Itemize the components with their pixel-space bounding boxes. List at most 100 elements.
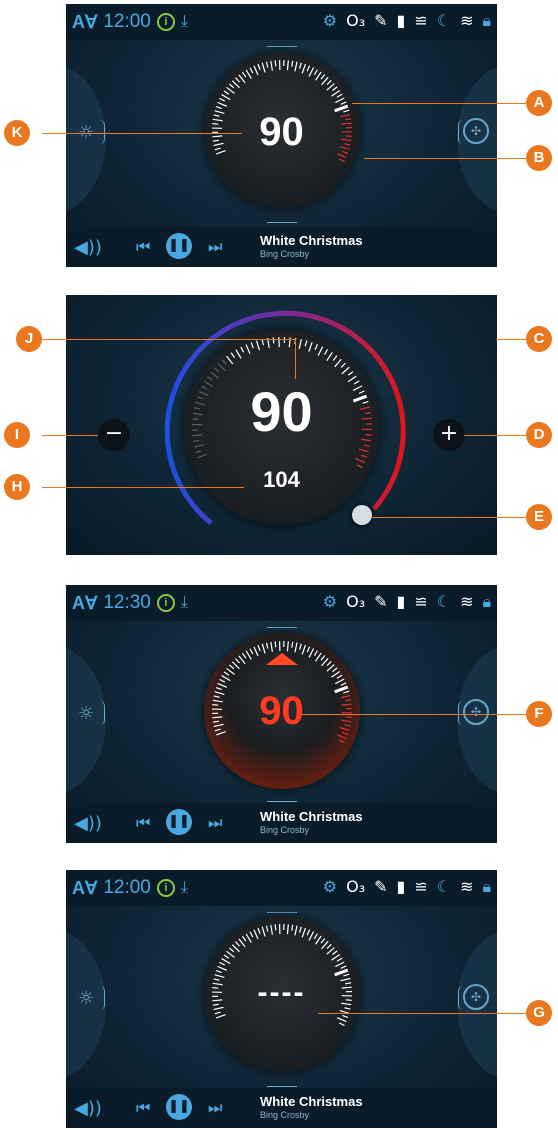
gear-icon[interactable]: ⚙ xyxy=(323,877,337,897)
dial-tick xyxy=(340,366,350,375)
dial-tick xyxy=(330,670,340,678)
dial-tick xyxy=(234,658,240,664)
dial-tick xyxy=(244,344,251,354)
dial-tick xyxy=(308,67,314,77)
dial-tick xyxy=(326,79,332,86)
dial-tick xyxy=(239,346,244,353)
clean-icon: ✎ xyxy=(374,877,388,896)
dial-tick xyxy=(330,89,340,97)
dial-tick xyxy=(347,371,353,376)
sun-icon[interactable]: ☼ xyxy=(78,988,94,1009)
dial-tick xyxy=(223,954,229,959)
av-logo: A∀ xyxy=(72,877,98,898)
dial-value: ---- xyxy=(257,976,306,1009)
pause-icon[interactable]: ❚❚ xyxy=(166,809,192,835)
dial-tick xyxy=(313,650,318,657)
clock: 12:30 xyxy=(103,592,151,613)
callout-line-f xyxy=(300,714,526,715)
dial-tick xyxy=(336,1017,347,1023)
dial-tick xyxy=(293,61,298,72)
callout-line-a xyxy=(352,103,526,104)
next-icon[interactable]: ⏭ xyxy=(208,237,222,257)
dial-tick xyxy=(320,938,325,944)
info-icon[interactable]: i xyxy=(156,594,175,612)
dial-tick xyxy=(256,928,261,935)
dial-tick xyxy=(250,342,254,349)
dial-handle[interactable] xyxy=(352,505,372,525)
download-icon[interactable]: ⤓ xyxy=(181,593,188,613)
temperature-dial-large[interactable]: 90 104 xyxy=(183,329,380,525)
clock: 12:00 xyxy=(103,11,151,32)
callout-k: K xyxy=(4,120,30,146)
dial-tick xyxy=(274,60,276,67)
status-bar: A∀ 12:00 i ⤓ ⚙ O₃ ✎ ▮ ≌ ☾ ≋ 🔒︎ xyxy=(66,4,497,40)
volume-icon[interactable]: ◀)) xyxy=(74,237,102,258)
screen-no-reading: A∀ 12:00 i ⤓ ⚙ O₃ ✎ ▮ ≌ ☾ ≋ 🔒︎ ☼ ✣ ---- … xyxy=(66,870,497,1128)
dial-tick xyxy=(234,941,240,947)
info-icon[interactable]: i xyxy=(156,13,175,31)
callout-f: F xyxy=(526,701,552,727)
dial-tick xyxy=(274,641,276,648)
prev-icon[interactable]: ⏮ xyxy=(136,237,150,257)
gear-icon[interactable]: ⚙ xyxy=(323,592,337,612)
dial-tick xyxy=(256,64,261,71)
dial-tick xyxy=(241,652,246,659)
sun-icon[interactable]: ☼ xyxy=(78,703,94,724)
dial-tick xyxy=(334,97,345,104)
download-icon[interactable]: ⤓ xyxy=(181,12,188,32)
dial-tick xyxy=(293,642,298,653)
info-icon[interactable]: i xyxy=(156,879,175,897)
callout-line-j xyxy=(42,339,296,340)
dial-tick xyxy=(360,454,367,458)
dial-tick xyxy=(320,74,325,80)
left-bracket xyxy=(100,120,105,144)
dial-tick xyxy=(298,926,302,933)
callout-h: H xyxy=(4,474,30,500)
dial-tick xyxy=(331,667,338,673)
dial-tick xyxy=(326,943,332,950)
dial-tick xyxy=(260,339,264,346)
dial-tick xyxy=(215,105,222,110)
dial-tick xyxy=(338,739,345,744)
dial-tick xyxy=(293,925,298,936)
callout-j: J xyxy=(16,326,42,352)
dial-tick xyxy=(237,74,246,84)
dial-tick xyxy=(336,93,342,98)
volume-icon[interactable]: ◀)) xyxy=(74,1098,102,1119)
dial-tick xyxy=(338,1022,345,1027)
next-icon[interactable]: ⏭ xyxy=(208,1098,222,1118)
dial-tick xyxy=(216,682,227,688)
temperature-dial[interactable]: ---- xyxy=(203,916,360,1072)
lock-icon[interactable]: 🔒︎ xyxy=(482,877,491,897)
next-icon[interactable]: ⏭ xyxy=(208,813,222,833)
fan-icon[interactable]: ✣ xyxy=(463,984,489,1010)
pause-icon[interactable]: ❚❚ xyxy=(166,1094,192,1120)
prev-icon[interactable]: ⏮ xyxy=(136,813,150,833)
track-title: White Christmas xyxy=(260,233,363,248)
fan-icon[interactable]: ✣ xyxy=(463,699,489,725)
temperature-dial-alarm[interactable]: 90 xyxy=(203,633,360,789)
minus-button[interactable]: − xyxy=(98,419,130,451)
filter-icon: ▮ xyxy=(396,592,406,611)
dial-tick xyxy=(306,65,310,72)
prev-icon[interactable]: ⏮ xyxy=(136,1098,150,1118)
dial-tick xyxy=(358,448,369,453)
dial-tick xyxy=(209,371,219,379)
callout-line-b xyxy=(364,158,526,159)
pause-icon[interactable]: ❚❚ xyxy=(166,233,192,259)
callout-e: E xyxy=(526,504,552,530)
dial-tick xyxy=(252,646,259,657)
wifi-icon: ≋ xyxy=(460,877,474,896)
fan-icon[interactable]: ✣ xyxy=(463,118,489,144)
lock-icon[interactable]: 🔒︎ xyxy=(482,592,491,612)
gear-icon[interactable]: ⚙ xyxy=(323,11,337,31)
download-icon[interactable]: ⤓ xyxy=(181,878,188,898)
lock-icon[interactable]: 🔒︎ xyxy=(482,11,491,31)
dial-tick xyxy=(332,355,337,361)
plus-button[interactable]: + xyxy=(433,419,465,451)
temperature-dial[interactable]: 90 xyxy=(203,52,360,208)
volume-icon[interactable]: ◀)) xyxy=(74,813,102,834)
callout-line-h xyxy=(42,487,244,488)
dial-tick xyxy=(290,641,293,648)
dial-tick xyxy=(323,349,328,355)
